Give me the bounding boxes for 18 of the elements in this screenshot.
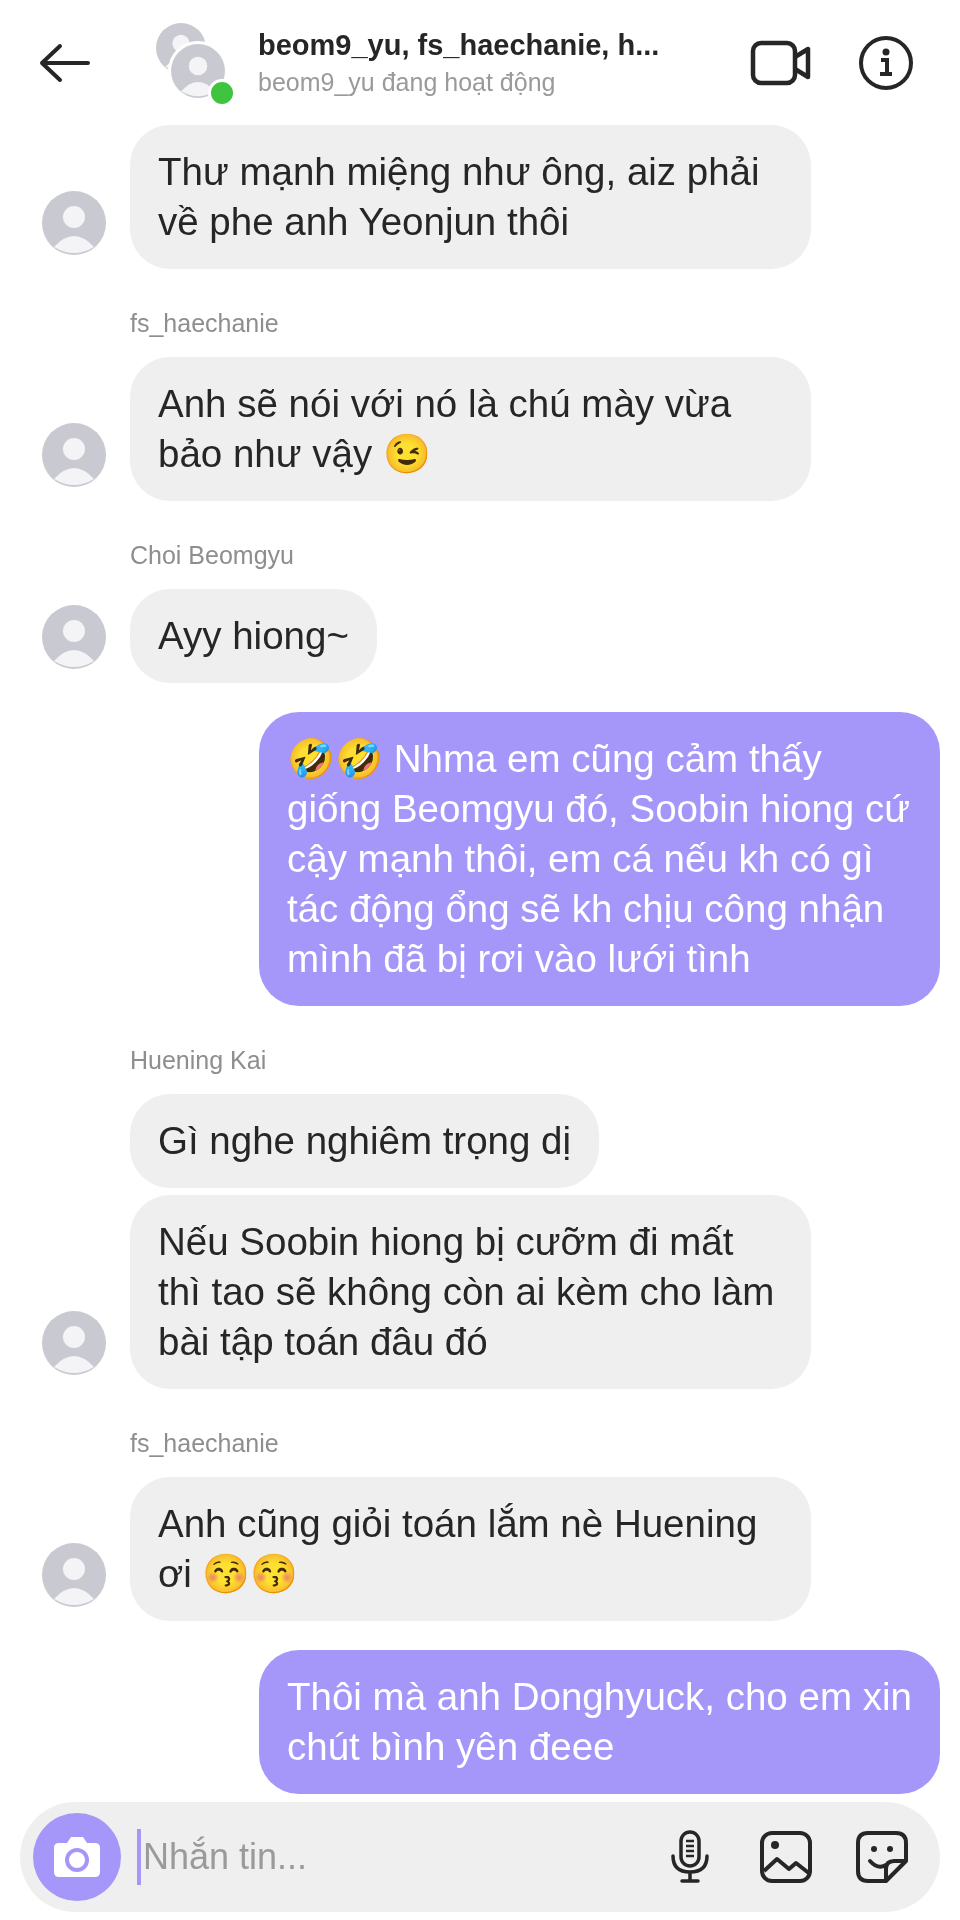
message-bubble: Nếu Soobin hiong bị cưỡm đi mất thì tao sẽ không còn ai kèm cho làm bài tập toán đâu đó [130, 1195, 811, 1389]
message-bubble: Anh cũng giỏi toán lắm nè Huening ơi 😚😚 [130, 1477, 811, 1621]
sticker-icon[interactable] [854, 1829, 910, 1885]
sender-name: fs_haechanie [130, 1428, 280, 1459]
message-field[interactable]: Nhắn tin... [141, 1836, 443, 1878]
sender-name: Choi Beomgyu [130, 540, 295, 571]
message-bubble: Thôi mà anh Donghyuck, cho em xin chút bình yên đeee [259, 1650, 940, 1794]
info-icon[interactable] [858, 34, 914, 91]
gallery-icon[interactable] [758, 1829, 814, 1885]
sender-name: fs_haechanie [130, 308, 280, 339]
message-bubble: Ayy hiong~ [130, 589, 377, 683]
message-bubble: Thư mạnh miệng như ông, aiz phải về phe anh Yeonjun thôi [130, 125, 811, 269]
status-text: beom9_yu đang hoạt động [258, 67, 557, 97]
message-bubble: 🤣🤣 Nhma em cũng cảm thấy giống Beomgyu đó, Soobin hiong cứ cậy mạnh thôi, em cá nếu kh có gì tác động ổng sẽ kh chịu công nhận mình đã bị rơi vào lưới tình [259, 712, 940, 1006]
message-bubble: Gì nghe nghiêm trọng dị [130, 1094, 600, 1188]
message-bubble: Anh sẽ nói với nó là chú mày vừa bảo như vậy 😉 [130, 357, 811, 501]
sender-name: Huening Kai [130, 1045, 268, 1076]
chat-title[interactable]: beom9_yu, fs_haechanie, h... [258, 28, 698, 62]
